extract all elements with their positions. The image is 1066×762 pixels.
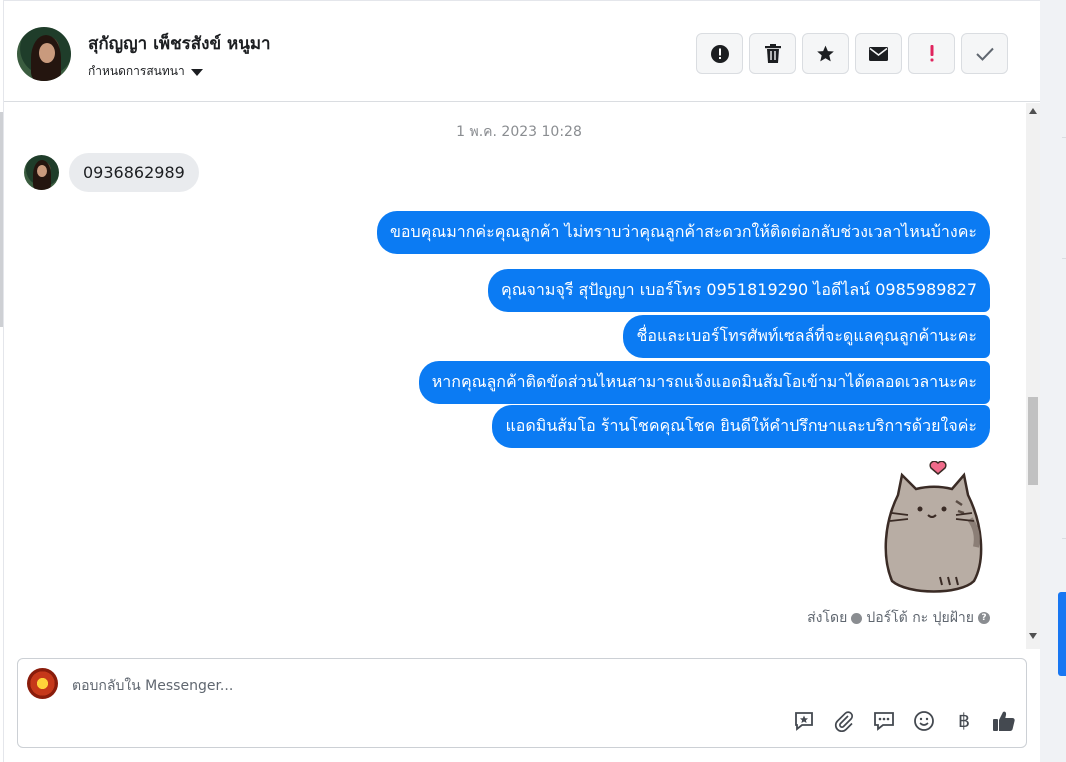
mark-unread-button[interactable] [855, 33, 902, 74]
message-timestamp: 1 พ.ค. 2023 10:28 [456, 124, 582, 140]
reply-input[interactable]: ตอบกลับใน Messenger... [72, 675, 233, 697]
exclamation-icon [930, 45, 933, 62]
assign-conversation-dropdown[interactable]: กำหนดการสนทนา [88, 62, 203, 81]
outgoing-message[interactable]: คุณจามจุรี สุปัญญา เบอร์โทร 0951819290 ไ… [487, 269, 990, 312]
mark-done-button[interactable] [961, 33, 1008, 74]
message-bubble-icon [874, 712, 894, 731]
scroll-up-arrow[interactable] [1029, 108, 1037, 114]
reply-composer[interactable]: ตอบกลับใน Messenger... ฿ [17, 658, 1027, 748]
outgoing-message[interactable]: ชื่อและเบอร์โทรศัพท์เซลล์ที่จะดูแลคุณลูก… [623, 315, 990, 358]
outgoing-message[interactable]: หากคุณลูกค้าติดขัดส่วนไหนสามารถแจ้งแอดมิ… [418, 361, 990, 404]
sent-by-name: ปอร์โต้ กะ ปุยฝ้าย [866, 610, 974, 626]
scroll-down-arrow[interactable] [1029, 633, 1037, 639]
page-avatar [27, 668, 58, 699]
assign-label: กำหนดการสนทนา [88, 64, 185, 78]
pusheen-sticker[interactable] [878, 461, 994, 595]
attachment-button[interactable] [832, 709, 856, 733]
contact-name[interactable]: สุกัญญา เพ็ชรสังข์ หนูมา [88, 30, 271, 57]
contact-avatar[interactable] [17, 27, 71, 81]
sent-by-prefix: ส่งโดย [807, 610, 848, 626]
panel-tab[interactable] [1058, 592, 1066, 676]
like-button[interactable] [992, 709, 1016, 733]
scroll-thumb[interactable] [1028, 397, 1038, 485]
emoji-icon [914, 711, 934, 731]
mark-spam-button[interactable] [696, 33, 743, 74]
star-icon [817, 45, 834, 62]
like-icon [993, 711, 1015, 731]
contact-avatar-small [24, 155, 59, 190]
attachment-icon [834, 711, 854, 732]
outgoing-message[interactable]: แอดมินส้มโอ ร้านโชคคุณโชค ยินดีให้คำปรึก… [492, 405, 990, 448]
envelope-icon [869, 46, 888, 61]
alert-circle-icon [710, 44, 729, 63]
caret-down-icon [190, 68, 203, 76]
trash-icon [764, 44, 781, 63]
incoming-message[interactable]: 0936862989 [69, 153, 199, 192]
right-panel-edge [1040, 0, 1066, 762]
composer-toolbar: ฿ [792, 709, 1016, 733]
quick-reply-button[interactable] [872, 709, 896, 733]
delete-button[interactable] [749, 33, 796, 74]
saved-reply-icon [795, 712, 813, 731]
conversation-header: สุกัญญา เพ็ชรสังข์ หนูมา กำหนดการสนทนา [4, 0, 1040, 102]
sender-avatar-icon [851, 612, 863, 624]
message-thread[interactable]: 1 พ.ค. 2023 10:28 0936862989 ขอบคุณมากค่… [4, 103, 1040, 649]
conversation-actions [696, 33, 1008, 74]
payment-button[interactable]: ฿ [952, 709, 976, 733]
saved-reply-button[interactable] [792, 709, 816, 733]
left-edge-mark [0, 112, 3, 327]
star-button[interactable] [802, 33, 849, 74]
outgoing-message[interactable]: ขอบคุณมากค่ะคุณลูกค้า ไม่ทราบว่าคุณลูกค้… [376, 211, 990, 254]
help-icon[interactable]: ? [978, 612, 990, 624]
incoming-message-row: 0936862989 [24, 153, 199, 192]
inbox-frame: สุกัญญา เพ็ชรสังข์ หนูมา กำหนดการสนทนา 1… [0, 0, 1066, 762]
thread-scrollbar[interactable] [1026, 103, 1040, 649]
baht-icon: ฿ [957, 710, 971, 732]
sent-by-info: ส่งโดย ปอร์โต้ กะ ปุยฝ้าย ? [807, 607, 990, 629]
follow-up-button[interactable] [908, 33, 955, 74]
check-icon [975, 47, 994, 61]
emoji-button[interactable] [912, 709, 936, 733]
